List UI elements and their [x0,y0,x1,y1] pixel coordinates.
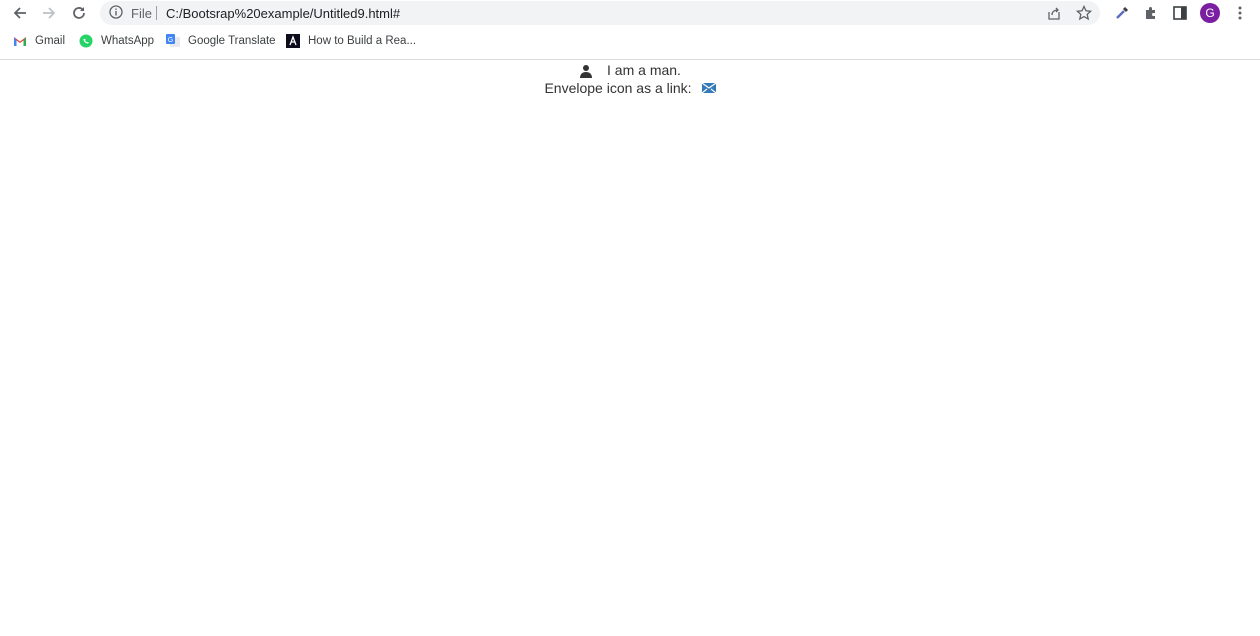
reload-button[interactable] [69,3,89,23]
side-panel-icon [1173,6,1187,20]
share-icon[interactable] [1046,5,1062,21]
bookmark-gmail[interactable]: Gmail [13,34,65,48]
envelope-label: Envelope icon as a link: [544,80,692,96]
forward-arrow-icon [43,7,56,19]
browser-toolbar: File C:/Bootsrap%20example/Untitled9.htm… [0,0,1260,26]
url-text[interactable]: C:/Bootsrap%20example/Untitled9.html# [166,6,400,21]
profile-avatar[interactable]: G [1200,3,1220,23]
side-panel-button[interactable] [1171,4,1189,22]
whatsapp-icon [79,34,93,48]
omnibox-divider [156,6,157,20]
line-envelope: Envelope icon as a link: [0,79,1260,98]
forward-button[interactable] [39,3,59,23]
bookmark-how-to-build[interactable]: How to Build a Rea... [286,34,416,48]
info-icon[interactable] [109,5,123,19]
bookmark-label: How to Build a Rea... [308,35,417,47]
extensions-button[interactable] [1142,4,1160,22]
more-vert-icon [1238,6,1242,20]
bookmark-label: Gmail [35,35,66,47]
user-text: I am a man. [607,62,681,78]
bookmark-whatsapp[interactable]: WhatsApp [79,34,154,48]
page-content: I am a man. Envelope icon as a link: [0,60,1260,98]
bookmark-google-translate[interactable]: G Google Translate [166,34,276,48]
bookmarks-bar: Gmail WhatsApp G Google Translate How to… [0,26,1260,60]
address-bar[interactable]: File C:/Bootsrap%20example/Untitled9.htm… [100,1,1100,25]
bookmark-label: WhatsApp [101,35,155,47]
user-icon [580,65,593,79]
scheme-label: File [131,6,152,21]
eyedropper-extension-button[interactable] [1113,4,1131,22]
reload-icon [73,7,85,19]
svg-text:G: G [168,37,173,44]
envelope-link[interactable] [701,80,716,98]
site-icon [286,34,300,48]
menu-button[interactable] [1231,4,1249,22]
back-button[interactable] [10,3,30,23]
envelope-icon [701,82,716,94]
google-translate-icon: G [166,34,180,47]
gmail-icon [14,37,26,46]
back-arrow-icon [13,7,26,19]
eyedropper-icon [1116,6,1129,19]
bookmark-label: Google Translate [188,35,276,47]
bookmark-star-icon[interactable] [1076,5,1092,21]
line-user: I am a man. [0,61,1260,79]
puzzle-icon [1146,7,1155,19]
